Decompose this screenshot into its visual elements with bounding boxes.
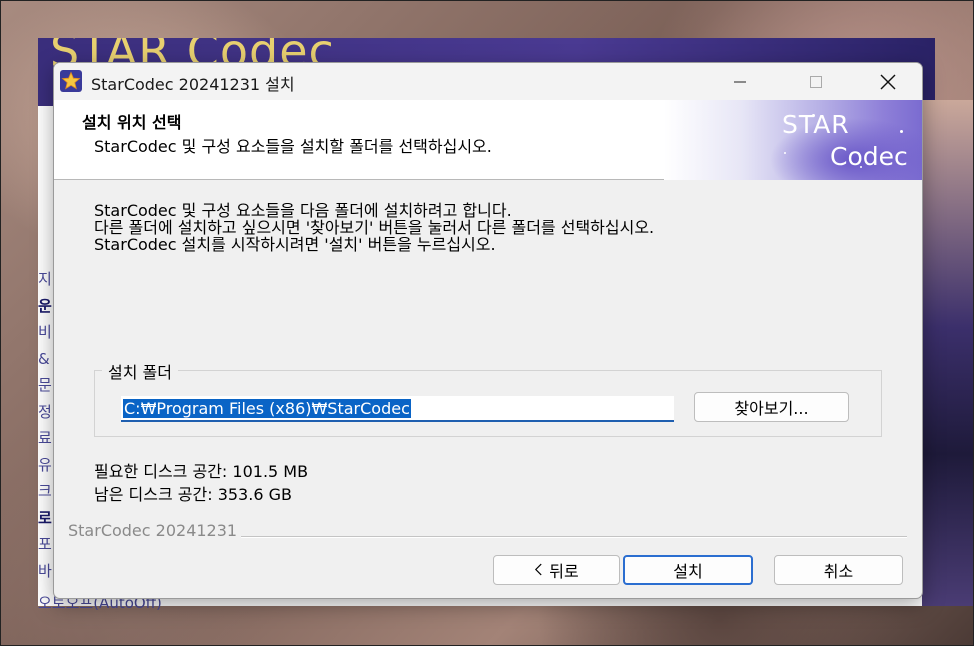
instructions-text: StarCodec 및 구성 요소들을 다음 폴더에 설치하려고 합니다. 다른… [94,202,654,253]
logo-sparkle [900,130,903,133]
instruction-line: StarCodec 및 구성 요소들을 다음 폴더에 설치하려고 합니다. [94,201,512,220]
background-side-char: 정 [38,402,52,421]
installer-branding: StarCodec 20241231 [68,521,238,540]
background-side-char: 지 [38,270,52,288]
minimize-icon [734,81,746,82]
maximize-icon [810,75,822,88]
logo-text-codec: Codec [830,142,908,171]
browse-button[interactable]: 찾아보기... [694,392,849,422]
starcodec-logo: STAR Codec [664,100,922,180]
title-bar[interactable]: StarCodec 20241231 설치 [54,63,922,100]
chevron-left-icon [534,561,543,580]
instruction-line: StarCodec 설치를 시작하시려면 '설치' 버튼을 누르십시오. [94,235,496,254]
back-button[interactable]: 뒤로 [493,555,620,585]
background-side-char: 크 [38,482,52,500]
background-image-strip [922,100,974,606]
star-icon [60,70,82,92]
install-path-input[interactable]: C:₩Program Files (x86)₩StarCodec [121,396,674,422]
instruction-line: 다른 폴더에 설치하고 싶으시면 '찾아보기' 버튼을 눌러서 다른 폴더를 선… [94,218,655,237]
background-side-char: 비 [38,323,52,341]
space-available: 남은 디스크 공간: 353.6 GB [94,485,292,504]
window-title: StarCodec 20241231 설치 [91,75,295,94]
page-header: 설치 위치 선택 StarCodec 및 구성 요소들을 설치할 폴더를 선택하… [54,100,922,180]
background-side-char: 유 [38,455,52,474]
maximize-button[interactable] [780,63,852,100]
cancel-button[interactable]: 취소 [774,555,903,585]
logo-text-star: STAR [782,110,850,139]
install-path-value: C:₩Program Files (x86)₩StarCodec [123,398,411,418]
space-required: 필요한 디스크 공간: 101.5 MB [94,462,309,481]
close-button[interactable] [852,63,922,100]
background-side-char: 운 [38,296,52,315]
back-button-label: 뒤로 [549,562,579,581]
background-side-char: 문 [38,376,52,394]
install-folder-label: 설치 폴더 [102,359,178,383]
page-subtitle: StarCodec 및 구성 요소들을 설치할 폴더를 선택하십시오. [94,137,492,156]
installer-dialog: StarCodec 20241231 설치 설치 위치 선택 StarCodec… [53,62,923,599]
background-side-char: & [38,349,50,368]
page-title: 설치 위치 선택 [82,113,182,132]
logo-sparkle [784,152,786,154]
background-side-char: 료 [38,429,52,447]
background-side-char: 로 [38,508,52,527]
footer-divider [241,536,907,538]
background-side-char: 바 [38,561,52,580]
background-side-char: 포 [38,535,52,553]
close-icon [880,74,896,89]
install-button[interactable]: 설치 [623,555,753,585]
minimize-button[interactable] [704,63,776,100]
disk-space-info: 필요한 디스크 공간: 101.5 MB 남은 디스크 공간: 353.6 GB [94,460,308,506]
background-side-text: 지 운 비 & 문 정 료 유 크 로 포 바 [38,266,54,584]
